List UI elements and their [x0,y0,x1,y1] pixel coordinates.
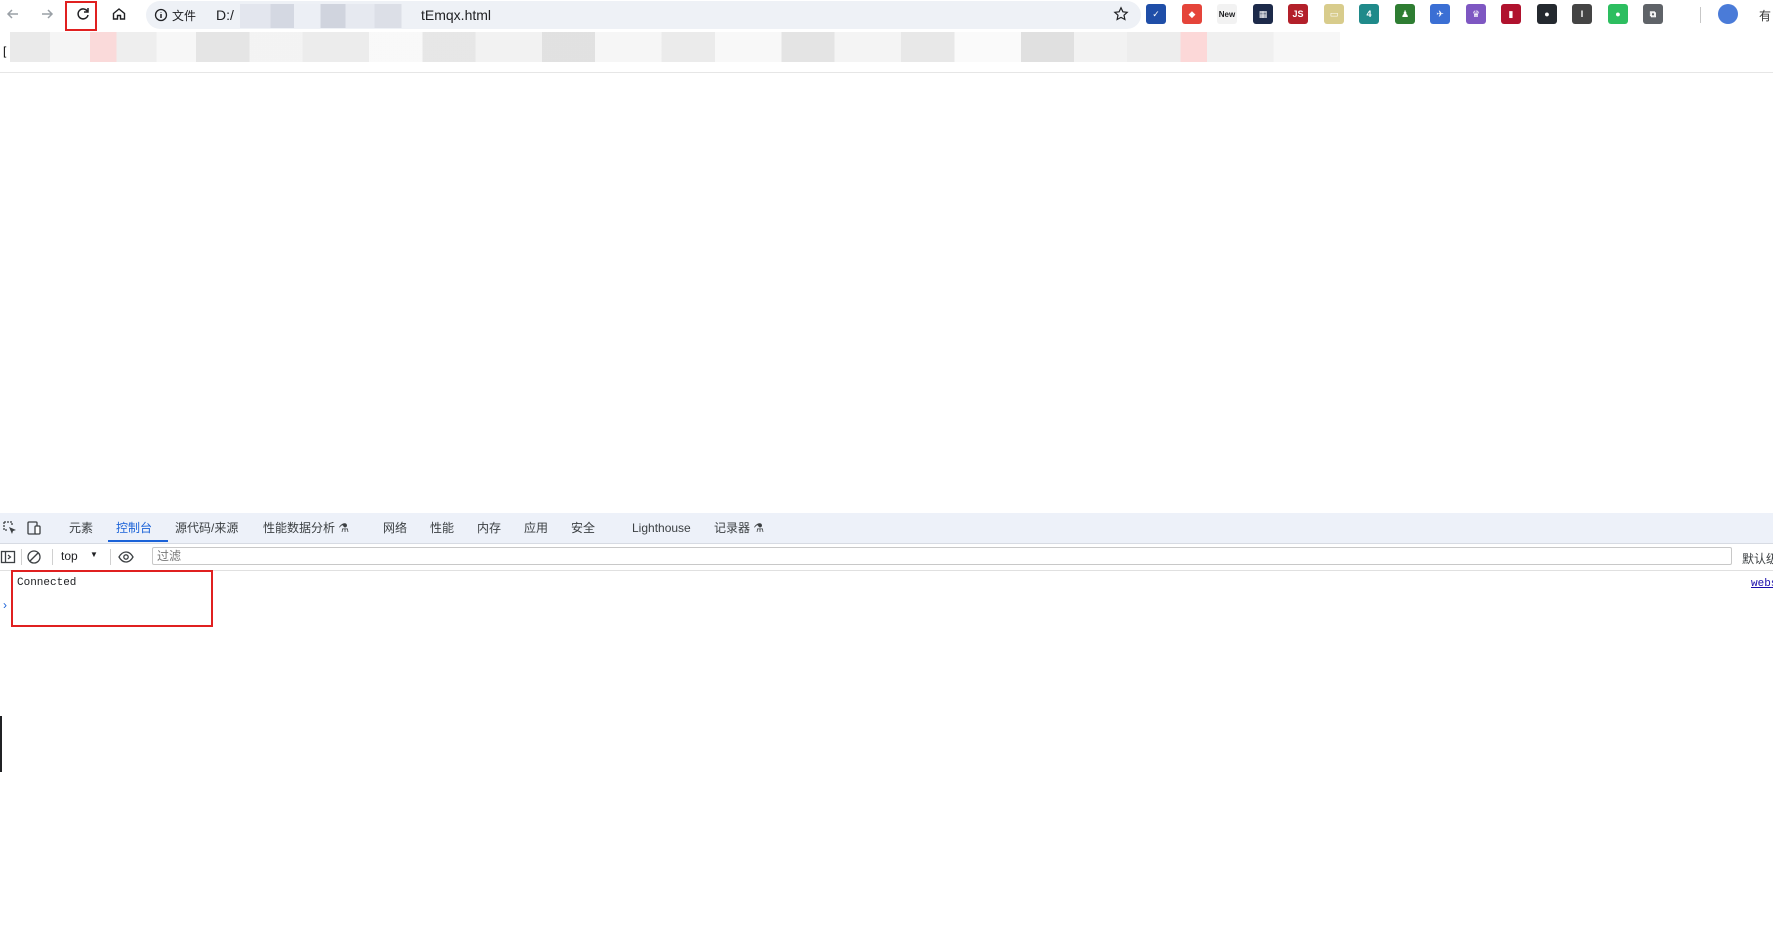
device-toolbar-icon[interactable] [26,520,42,536]
console-toolbar: top ▼ 默认级 [0,544,1773,571]
active-tab-indicator [108,540,168,542]
eye-icon[interactable] [118,549,134,565]
resize-edge-mark [0,716,2,772]
filter-input[interactable] [152,547,1732,565]
evernote-extension-icon[interactable]: ● [1608,4,1628,24]
dice-extension-icon[interactable]: ◆ [1182,4,1202,24]
tab-5[interactable]: 性能 [430,513,454,543]
toolbar-separator [21,549,22,565]
arrow-left-icon [6,9,18,19]
note-extension-icon[interactable]: ▭ [1324,4,1344,24]
bookmark-star-button[interactable] [1113,6,1129,25]
tab-0[interactable]: 元素 [69,513,93,543]
globe-extension-icon[interactable]: 4 [1359,4,1379,24]
devtools-tab-bar: 元素 控制台 源代码/来源 性能数据分析 ⚗ 网络 性能 内存 应用 安全 Lighthouse 记… [0,513,1773,544]
console-prompt-caret[interactable]: › [3,598,7,612]
devtools-panel: 元素 控制台 源代码/来源 性能数据分析 ⚗ 网络 性能 内存 应用 安全 Lighthouse 记… [0,513,1773,934]
log-highlight-box [11,570,213,627]
toolbar-separator [52,549,53,565]
reload-highlight-box [65,1,97,31]
user-extension-icon[interactable]: ♟ [1395,4,1415,24]
film-extension-icon[interactable]: ▦ [1253,4,1273,24]
sidebar-toggle-icon[interactable] [0,549,16,565]
bookmark-extension-icon[interactable]: ▮ [1501,4,1521,24]
tab-4[interactable]: 网络 [383,513,407,543]
puzzle-extension-icon[interactable]: ⧉ [1643,4,1663,24]
info-icon [154,8,168,22]
page-text-bracket: [ [3,44,7,58]
plane-extension-icon[interactable]: ✈ [1430,4,1450,24]
page-divider [0,72,1773,73]
home-button[interactable] [107,2,131,26]
console-log-source-link[interactable]: webs [1751,578,1773,590]
toolbar-divider [1700,7,1701,23]
crown-extension-icon[interactable]: ♛ [1466,4,1486,24]
clear-console-icon[interactable] [26,549,42,565]
tab-1[interactable]: 控制台 [116,513,152,543]
profile-avatar[interactable] [1718,4,1738,24]
home-icon [112,8,126,20]
tab-6[interactable]: 内存 [477,513,501,543]
reader-extension-icon[interactable]: I [1572,4,1592,24]
tab-3[interactable]: 性能数据分析 ⚗ [263,513,349,543]
forward-button[interactable] [35,2,59,26]
star-icon [1113,6,1129,21]
new-extension-icon[interactable]: New [1217,4,1237,24]
tab-9[interactable]: Lighthouse [632,513,691,543]
tab-8[interactable]: 安全 [571,513,595,543]
url-redacted-region [240,4,432,28]
tab-10[interactable]: 记录器 ⚗ [714,513,764,543]
log-level-selector[interactable]: 默认级 [1742,550,1773,567]
github-extension-icon[interactable]: ● [1537,4,1557,24]
toolbar-separator [110,549,111,565]
page-redacted-region [10,32,1340,62]
arrow-right-icon [42,9,54,19]
url-text-suffix: tEmqx.html [421,7,492,23]
chevron-down-icon[interactable]: ▼ [90,550,98,559]
back-button[interactable] [1,2,25,26]
check-extension-icon[interactable]: ✓ [1146,4,1166,24]
browser-toolbar: 文件 D:/ tEmqx.html ✓ ◆ New ▦ JS ▭ 4 ♟ ✈ ♛ ▮ ● I ● ⧉ 有 [0,0,1773,31]
profile-label[interactable]: 有 [1759,7,1771,24]
tab-7[interactable]: 应用 [524,513,548,543]
address-bar[interactable]: 文件 D:/ tEmqx.html [146,1,1141,29]
js-extension-icon[interactable]: JS [1288,4,1308,24]
site-info-chip[interactable]: 文件 [154,6,196,24]
tab-2[interactable]: 源代码/来源 [175,513,238,543]
console-output: Connected webs › [0,571,1773,934]
context-selector[interactable]: top [61,549,78,563]
inspect-element-icon[interactable] [2,520,18,536]
site-info-label: 文件 [172,8,197,23]
console-log-row: Connected webs [0,575,1773,595]
url-text-prefix: D:/ [216,7,234,23]
